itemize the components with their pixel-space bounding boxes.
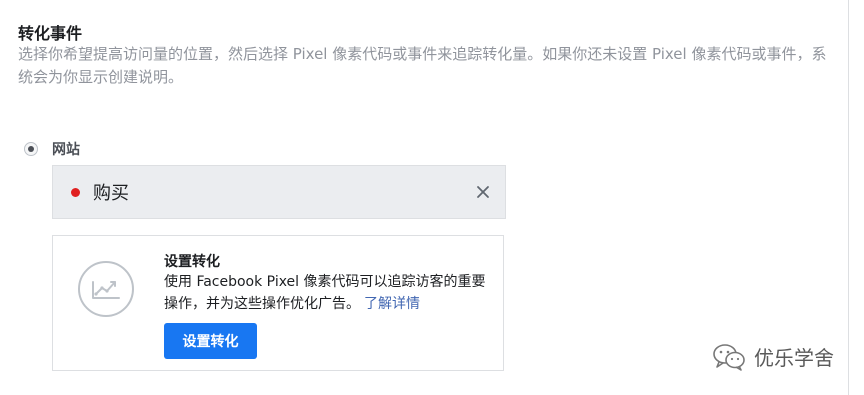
- website-radio-label: 网站: [52, 142, 80, 158]
- section-title: 转化事件: [18, 24, 83, 43]
- setup-description-text: 使用 Facebook Pixel 像素代码可以追踪访客的重要操作，并为这些操作…: [164, 274, 486, 312]
- setup-description: 使用 Facebook Pixel 像素代码可以追踪访客的重要操作，并为这些操作…: [164, 271, 494, 315]
- chart-trend-icon: [78, 261, 134, 317]
- website-radio-option[interactable]: 网站: [24, 138, 80, 160]
- radio-selected-dot: [28, 146, 34, 152]
- learn-more-link[interactable]: 了解详情: [364, 296, 420, 312]
- watermark: 优乐学舍: [712, 342, 834, 371]
- wechat-icon: [713, 343, 745, 371]
- selected-event: 购买: [52, 165, 506, 219]
- event-label: 购买: [93, 183, 129, 204]
- setup-conversion-card: 设置转化 使用 Facebook Pixel 像素代码可以追踪访客的重要操作，并…: [52, 235, 504, 371]
- panel-divider: [848, 0, 849, 395]
- event-status-dot: [71, 187, 80, 197]
- page: 转化事件 选择你希望提高访问量的位置，然后选择 Pixel 像素代码或事件来追踪…: [0, 0, 864, 395]
- section-description: 选择你希望提高访问量的位置，然后选择 Pixel 像素代码或事件来追踪转化量。如…: [18, 45, 827, 86]
- setup-conversion-button[interactable]: 设置转化: [164, 323, 257, 359]
- watermark-text: 优乐学舍: [754, 346, 834, 370]
- setup-title: 设置转化: [164, 254, 220, 270]
- close-icon[interactable]: [475, 184, 491, 200]
- website-radio[interactable]: [24, 142, 38, 156]
